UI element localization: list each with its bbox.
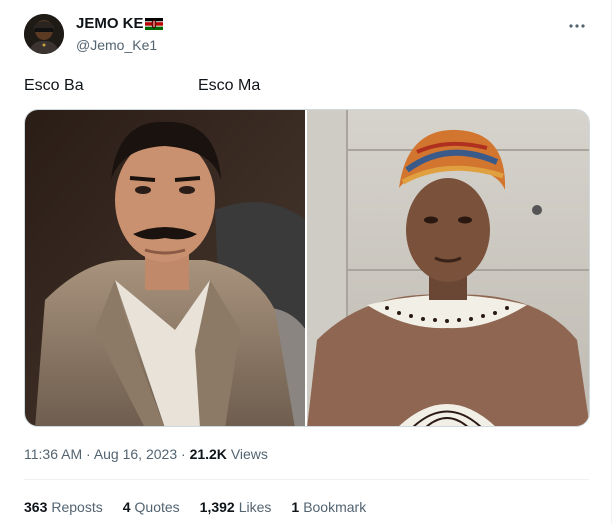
author-display-name[interactable]: JEMO KE — [76, 15, 163, 33]
meta-separator: · — [86, 446, 91, 462]
tweet-stats: 363 Reposts 4 Quotes 1,392 Likes 1 Bookmark — [24, 498, 386, 516]
views-count: 21.2K — [189, 446, 227, 462]
likes-label: Likes — [238, 499, 272, 515]
tweet-media — [24, 109, 590, 427]
meta-separator-2: · — [181, 446, 186, 462]
reposts-stat[interactable]: 363 Reposts — [24, 498, 103, 516]
bookmarks-count: 1 — [291, 499, 300, 515]
bookmarks-stat[interactable]: 1 Bookmark — [291, 498, 366, 516]
more-options-button[interactable] — [565, 14, 589, 38]
kenya-flag-icon — [144, 18, 163, 30]
tweet-date[interactable]: Aug 16, 2023 — [94, 446, 177, 462]
bookmarks-label: Bookmark — [303, 499, 367, 515]
tweet-text-left: Esco Ba — [24, 77, 84, 94]
tweet-text-right: Esco Ma — [198, 77, 261, 94]
woman-portrait-photo — [307, 110, 589, 426]
likes-count: 1,392 — [199, 499, 235, 515]
tweet-card: JEMO KE @Jemo_Ke1 Esco Ba Esco Ma 11:36 … — [0, 0, 612, 524]
quotes-label: Quotes — [134, 499, 180, 515]
tweet-time[interactable]: 11:36 AM — [24, 446, 82, 462]
reposts-count: 363 — [24, 499, 48, 515]
author-name-text: JEMO KE — [76, 15, 144, 32]
quotes-count: 4 — [122, 499, 131, 515]
man-portrait-photo — [25, 110, 305, 426]
profile-avatar-icon — [24, 14, 64, 54]
tweet-meta: 11:36 AM · Aug 16, 2023 · 21.2K Views — [24, 445, 268, 463]
author-avatar[interactable] — [24, 14, 64, 54]
likes-stat[interactable]: 1,392 Likes — [200, 498, 272, 516]
reposts-label: Reposts — [51, 499, 103, 515]
media-photo-left[interactable] — [25, 110, 305, 426]
media-photo-right[interactable] — [307, 110, 589, 426]
quotes-stat[interactable]: 4 Quotes — [123, 498, 180, 516]
stats-divider — [24, 479, 589, 480]
author-handle[interactable]: @Jemo_Ke1 — [76, 36, 163, 54]
more-options-icon — [569, 24, 585, 28]
views-label: Views — [230, 446, 268, 462]
